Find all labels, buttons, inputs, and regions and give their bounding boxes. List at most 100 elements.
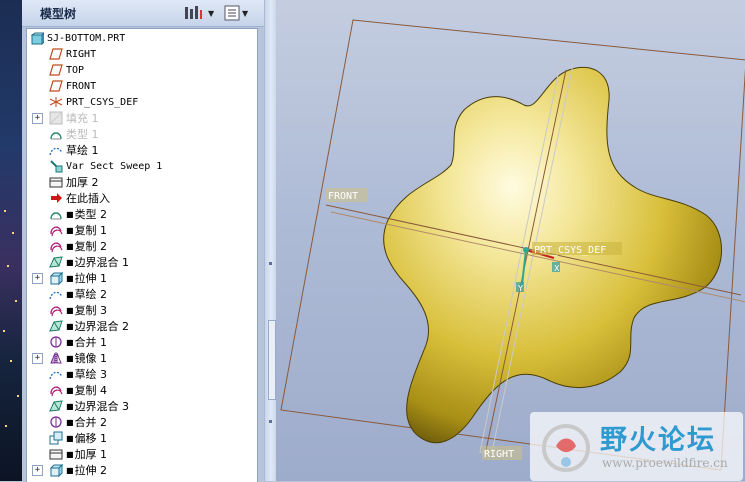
modified-marker: ■	[66, 370, 74, 379]
tree-item[interactable]: RIGHT	[27, 46, 255, 62]
tree-item-label: Var Sect Sweep 1	[66, 161, 162, 172]
y-axis-label: Y	[517, 284, 523, 293]
tree-item-text: 边界混合 2	[74, 320, 130, 333]
tree-item-text: 草绘 3	[74, 368, 108, 381]
tree-item[interactable]: ■草绘 3	[27, 366, 255, 382]
sketch-icon	[48, 143, 63, 158]
graphics-viewport[interactable]: X Y PRT_CSYS_DEF FRONT RIGHT	[276, 0, 745, 481]
copy-icon	[48, 303, 63, 318]
tree-item-label: ■拉伸 1	[66, 270, 107, 286]
tree-item[interactable]: + ■拉伸 1	[27, 270, 255, 286]
tree-item-text: 填充 1	[66, 112, 99, 125]
flame-logo-icon	[542, 424, 590, 472]
modified-marker: ■	[66, 354, 74, 363]
tree-item-text: 类型 2	[74, 208, 108, 221]
modified-marker: ■	[66, 434, 74, 443]
tree-item[interactable]: ■草绘 2	[27, 286, 255, 302]
tree-item-text: 复制 4	[74, 384, 108, 397]
tree-item[interactable]: ■加厚 1	[27, 446, 255, 462]
tree-item-label: FRONT	[66, 81, 96, 92]
modified-marker: ■	[66, 210, 74, 219]
tree-item-text: 镜像 1	[74, 352, 108, 365]
tree-item-label: TOP	[66, 65, 84, 76]
modified-marker: ■	[66, 226, 74, 235]
expand-toggle[interactable]: +	[32, 272, 43, 284]
tree-settings-button[interactable]: ▼	[184, 4, 214, 22]
tree-item-label: ■合并 2	[66, 414, 107, 430]
tree-item-label: ■类型 2	[66, 206, 107, 222]
insert-here-icon	[48, 191, 63, 206]
tree-item[interactable]: 在此插入	[27, 190, 255, 206]
right-datum-label: RIGHT	[484, 449, 514, 460]
tree-item[interactable]: ■偏移 1	[27, 430, 255, 446]
tree-item-label: ■复制 1	[66, 222, 107, 238]
sketch-icon	[48, 287, 63, 302]
tree-item[interactable]: Var Sect Sweep 1	[27, 158, 255, 174]
watermark-title: 野火论坛	[600, 425, 716, 456]
tree-item[interactable]: ■边界混合 3	[27, 398, 255, 414]
extrude-icon	[48, 463, 63, 478]
tree-item-label: ■复制 4	[66, 382, 107, 398]
tree-item[interactable]: ■边界混合 1	[27, 254, 255, 270]
tree-show-button[interactable]: ▼	[224, 4, 248, 22]
boundary-blend-icon	[48, 319, 63, 334]
model-canvas[interactable]: X Y PRT_CSYS_DEF FRONT RIGHT	[276, 0, 745, 481]
tree-item[interactable]: + ■拉伸 2	[27, 462, 255, 478]
style-icon	[48, 207, 63, 222]
chevron-down-icon: ▼	[242, 8, 249, 18]
tree-item[interactable]: ■边界混合 2	[27, 318, 255, 334]
tree-item-label: 加厚 2	[66, 174, 99, 190]
model-tree-title: 模型树	[40, 7, 77, 21]
tree-item-label: 在此插入	[66, 190, 110, 206]
tree-item[interactable]: ■合并 2	[27, 414, 255, 430]
tree-item-text: 复制 3	[74, 304, 108, 317]
expand-toggle[interactable]: +	[32, 352, 43, 364]
watermark: 野火论坛 www.proewildfire.cn	[530, 412, 743, 481]
tree-item-label: 类型 1	[66, 126, 99, 142]
model-tree[interactable]: SJ-BOTTOM.PRT RIGHT TOP FRONT PRT_CSYS_DEF + 填…	[26, 28, 258, 482]
boundary-blend-icon	[48, 399, 63, 414]
expand-toggle[interactable]: +	[32, 112, 43, 124]
thicken-icon	[48, 175, 63, 190]
tree-item-text: TOP	[66, 64, 85, 76]
tree-item[interactable]: FRONT	[27, 78, 255, 94]
datum-plane-icon	[48, 63, 63, 78]
mirror-icon	[48, 351, 63, 366]
tree-item[interactable]: 加厚 2	[27, 174, 255, 190]
tree-item[interactable]: SJ-BOTTOM.PRT	[27, 30, 255, 46]
extrude-icon	[48, 271, 63, 286]
tree-item-text: 边界混合 1	[74, 256, 130, 269]
modified-marker: ■	[66, 402, 74, 411]
chevron-down-icon: ▼	[208, 8, 215, 18]
modified-marker: ■	[66, 418, 74, 427]
modified-marker: ■	[66, 450, 74, 459]
tree-item[interactable]: 草绘 1	[27, 142, 255, 158]
tree-item-label: ■拉伸 2	[66, 462, 107, 478]
tree-item[interactable]: TOP	[27, 62, 255, 78]
tree-item[interactable]: ■复制 3	[27, 302, 255, 318]
tree-item-text: 拉伸 1	[74, 272, 108, 285]
part-icon	[30, 31, 45, 46]
boundary-blend-icon	[48, 255, 63, 270]
modified-marker: ■	[66, 290, 74, 299]
tree-item[interactable]: + ■镜像 1	[27, 350, 255, 366]
tree-item[interactable]: ■复制 1	[27, 222, 255, 238]
tree-item[interactable]: + 填充 1	[27, 110, 255, 126]
copy-icon	[48, 223, 63, 238]
sketch-icon	[48, 367, 63, 382]
tree-item[interactable]: ■合并 1	[27, 334, 255, 350]
tree-item-label: 草绘 1	[66, 142, 99, 158]
tree-item-label: ■草绘 3	[66, 366, 107, 382]
tree-item[interactable]: PRT_CSYS_DEF	[27, 94, 255, 110]
tree-item[interactable]: ■类型 2	[27, 206, 255, 222]
tree-item[interactable]: ■复制 4	[27, 382, 255, 398]
tree-item-text: 加厚 1	[74, 448, 108, 461]
csys-icon	[48, 95, 63, 110]
tree-item-text: 复制 2	[74, 240, 108, 253]
tree-item-label: SJ-BOTTOM.PRT	[47, 33, 125, 44]
expand-toggle[interactable]: +	[32, 464, 43, 476]
tree-item-label: ■边界混合 2	[66, 318, 129, 334]
tree-item[interactable]: ■复制 2	[27, 238, 255, 254]
tree-item-text: 在此插入	[66, 192, 110, 205]
tree-item[interactable]: 类型 1	[27, 126, 255, 142]
